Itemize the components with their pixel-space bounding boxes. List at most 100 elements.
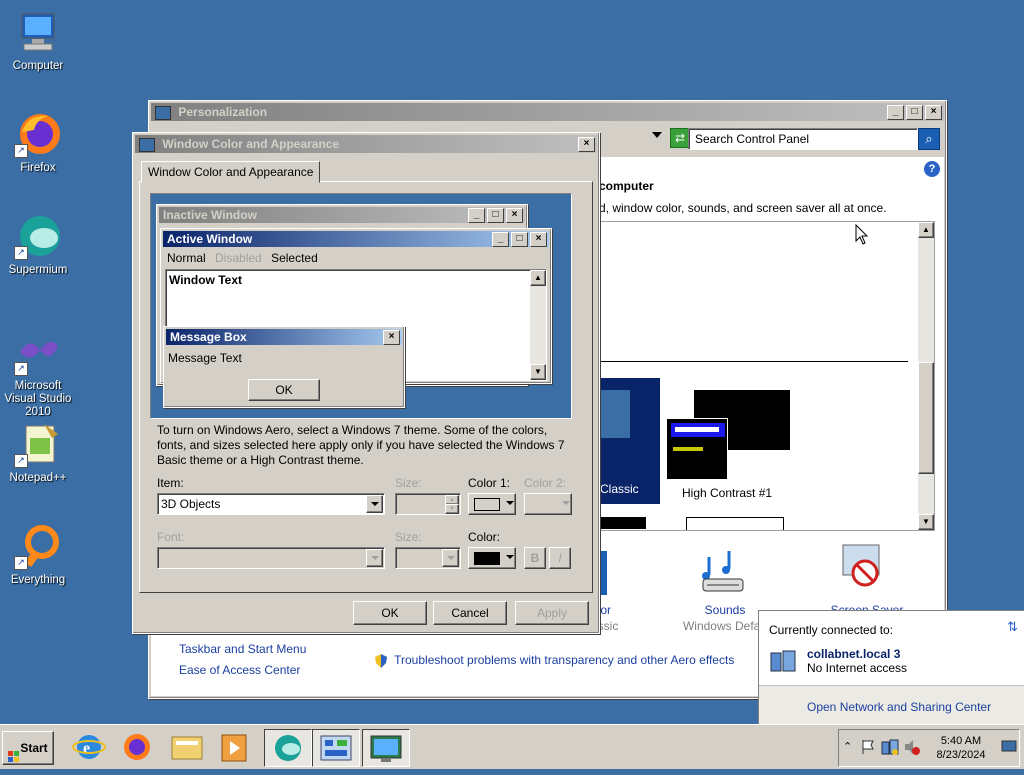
chevron-down-icon [442,549,459,567]
preview-active-title: Active Window [167,232,253,246]
supermium-icon: ↗ [14,212,62,260]
aero-info-text: To turn on Windows Aero, select a Window… [157,423,565,467]
apply-button[interactable]: Apply [515,601,589,625]
window-title: Personalization [178,105,268,119]
link-taskbar-start-menu[interactable]: Taskbar and Start Menu [179,642,306,656]
taskbar-media-player[interactable] [212,729,258,765]
taskbar-internet-explorer[interactable]: e [66,729,112,765]
show-hidden-icons-icon[interactable]: ⌃ [843,740,852,753]
action-center-flag-icon[interactable] [859,738,877,756]
personalization-titlebar[interactable]: Personalization _ □ × [151,103,944,121]
menu-disabled: Disabled [215,251,262,265]
close-icon: × [530,232,547,247]
close-button[interactable]: × [578,137,595,152]
supermium-icon [275,735,301,761]
network-tray-icon[interactable] [881,738,899,756]
volume-muted-icon[interactable] [903,738,921,756]
color2-picker[interactable] [524,493,572,515]
link-ease-of-access[interactable]: Ease of Access Center [179,663,300,677]
taskbar-personalization[interactable] [362,729,410,767]
minimize-button[interactable]: _ [887,105,904,120]
scroll-down-button[interactable]: ▼ [918,514,934,530]
troubleshoot-row[interactable]: Troubleshoot problems with transparency … [375,653,734,668]
appearance-preview[interactable]: Inactive Window _ □ × Active Window _ □ … [150,193,572,419]
start-button[interactable]: Start [2,731,54,765]
page-description: d, window color, sounds, and screen save… [599,201,887,215]
theme-classic[interactable]: Classic [596,378,660,504]
shortcut-arrow-icon: ↗ [14,144,28,158]
sounds-icon [699,545,749,595]
network-name[interactable]: collabnet.local 3 [807,647,900,661]
preview-window-text: Window Text [169,273,242,287]
desktop-icon-notepadpp[interactable]: ↗ Notepad++ [0,420,76,485]
flyout-footer: Open Network and Sharing Center [759,685,1024,725]
desktop-icon-visual-studio[interactable]: ↗ Microsoft Visual Studio 2010 [0,328,76,419]
page-heading: computer [599,179,654,193]
close-icon: × [506,208,523,223]
computer-icon [14,8,62,56]
clock-date: 8/23/2024 [936,749,986,761]
media-player-icon [221,734,247,762]
font-select[interactable] [157,547,385,569]
shortcut-arrow-icon: ↗ [14,246,28,260]
desktop-icon-label: Firefox [20,162,56,174]
address-dropdown-icon[interactable] [652,132,662,138]
network-status: No Internet access [807,661,908,675]
tab-window-color-appearance[interactable]: Window Color and Appearance [141,161,321,183]
desktop-icon-everything[interactable]: ↗ Everything [0,522,76,587]
clock-time: 5:40 AM [940,735,982,747]
theme-list-scrollbar[interactable]: ▲ ▼ [918,222,934,530]
taskbar-control-panel[interactable] [312,729,360,767]
bold-button[interactable]: B [524,547,546,569]
troubleshoot-link[interactable]: Troubleshoot problems with transparency … [394,653,734,667]
network-refresh-icon[interactable]: ⇅ [1007,619,1018,635]
desktop-icon-supermium[interactable]: ↗ Supermium [0,212,76,277]
close-button[interactable]: × [925,105,942,120]
italic-button[interactable]: I [549,547,571,569]
cancel-button[interactable]: Cancel [433,601,507,625]
clock[interactable]: 5:40 AM 8/23/2024 [929,734,993,762]
maximize-button[interactable]: □ [906,105,923,120]
network-icon [769,649,797,673]
font-color-label: Color: [468,530,501,544]
maximize-icon: □ [487,208,504,223]
preview-message-box: Message Box × Message Text OK [163,326,405,408]
display-icon [370,735,402,762]
scroll-up-icon: ▲ [530,270,546,286]
font-size-select[interactable] [395,547,461,569]
desktop-icon-computer[interactable]: Computer [0,8,76,73]
open-network-center-link[interactable]: Open Network and Sharing Center [807,700,991,714]
spin-down-icon[interactable]: ▼ [445,504,459,514]
item-value: 3D Objects [161,497,221,511]
size-spinner[interactable]: ▲ ▼ [395,493,461,515]
dialog-titlebar[interactable]: Window Color and Appearance × [135,135,597,153]
show-desktop-icon[interactable] [1001,738,1017,754]
taskbar-supermium[interactable] [264,729,312,767]
theme-label: High Contrast #1 [682,486,773,500]
taskbar-firefox[interactable] [114,729,160,765]
taskbar-explorer[interactable] [164,729,210,765]
scroll-thumb[interactable] [918,362,934,474]
ok-button[interactable]: OK [353,601,427,625]
font-color-picker[interactable] [468,547,516,569]
menu-normal: Normal [167,251,206,265]
preview-inactive-titlebar: Inactive Window _ □ × [159,207,525,223]
scroll-up-button[interactable]: ▲ [918,222,934,238]
desktop-icon-firefox[interactable]: ↗ Firefox [0,110,76,175]
theme-preview-window [666,418,728,480]
color1-picker[interactable] [468,493,516,515]
theme-preview [600,390,630,438]
item-select[interactable]: 3D Objects [157,493,385,515]
firefox-icon: ↗ [14,110,62,158]
setting-color[interactable]: olor assic [591,551,651,633]
search-icon[interactable]: ⌕ [918,128,940,150]
font-color-swatch [474,552,500,565]
theme-high-contrast-1[interactable]: High Contrast #1 [666,382,816,502]
control-panel-icon [155,105,171,120]
preview-msgbox-titlebar: Message Box × [166,329,402,345]
setting-sub: assic [591,619,619,633]
taskbar: Start e ⌃ 5:40 AM 8/23/2024 [0,724,1024,769]
refresh-icon[interactable]: ⇄ [670,128,690,148]
help-icon[interactable]: ? [924,161,940,177]
search-input[interactable]: Search Control Panel [688,128,918,150]
